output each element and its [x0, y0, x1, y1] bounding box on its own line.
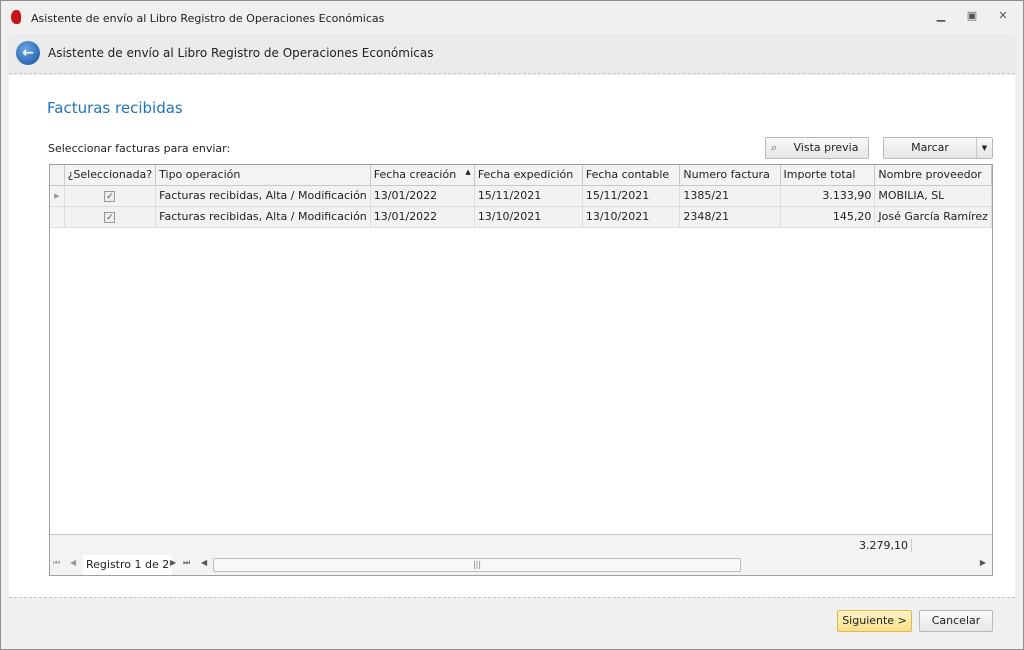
next-button[interactable]: Siguiente >	[837, 610, 912, 632]
prev-record-icon[interactable]: ◀	[70, 558, 76, 567]
col-seleccionada[interactable]: ¿Seleccionada?	[64, 165, 157, 186]
first-record-icon[interactable]: ⏮	[53, 558, 60, 568]
col-tipo[interactable]: Tipo operación	[155, 165, 371, 186]
wizard-footer: Siguiente > Cancelar	[9, 597, 1015, 641]
cell-importe: 145,20	[780, 206, 876, 228]
record-counter: Registro 1 de 2	[83, 555, 173, 575]
wizard-window: Asistente de envío al Libro Registro de …	[0, 0, 1024, 650]
cell-tipo: Facturas recibidas, Alta / Modificación	[155, 206, 371, 228]
col-label: Fecha creación	[373, 168, 457, 182]
wizard-header: ← Asistente de envío al Libro Registro d…	[9, 34, 1015, 74]
sort-ascending-icon: ▲	[465, 168, 471, 177]
chevron-down-icon[interactable]: ▼	[976, 138, 992, 158]
window-title: Asistente de envío al Libro Registro de …	[31, 12, 385, 25]
title-bar: Asistente de envío al Libro Registro de …	[1, 1, 1023, 34]
cell-expedicion: 15/11/2021	[474, 185, 583, 207]
scroll-left-icon[interactable]: ◀	[201, 558, 207, 567]
selected-checkbox[interactable]: ✓	[64, 206, 157, 228]
navigator-bar: ⏮ ◀ Registro 1 de 2 ▶ ⏭ ◀ ||| ▶	[50, 555, 992, 575]
wizard-title: Asistente de envío al Libro Registro de …	[48, 46, 434, 60]
cell-proveedor: José García Ramírez	[874, 206, 992, 228]
table-row[interactable]: ▶ ✓ Facturas recibidas, Alta / Modificac…	[50, 185, 992, 207]
select-label: Seleccionar facturas para enviar:	[48, 142, 231, 155]
cell-proveedor: MOBILIA, SL	[874, 185, 992, 207]
cell-numero: 1385/21	[679, 185, 781, 207]
col-importe[interactable]: Importe total	[780, 165, 876, 186]
wizard-content: Facturas recibidas Seleccionar facturas …	[9, 75, 1015, 597]
cell-importe: 3.133,90	[780, 185, 876, 207]
last-record-icon[interactable]: ⏭	[183, 558, 190, 568]
col-fecha-expedicion[interactable]: Fecha expedición	[474, 165, 583, 186]
col-numero[interactable]: Numero factura	[679, 165, 781, 186]
preview-button[interactable]: ⌕ Vista previa	[765, 137, 869, 159]
scroll-right-icon[interactable]: ▶	[980, 558, 986, 567]
header-row: ¿Seleccionada? Tipo operación Fecha crea…	[50, 165, 992, 186]
table-row[interactable]: ✓ Facturas recibidas, Alta / Modificació…	[50, 206, 992, 228]
col-fecha-creacion[interactable]: Fecha creación ▲	[370, 165, 475, 186]
cancel-button[interactable]: Cancelar	[919, 610, 993, 632]
back-arrow-icon[interactable]: ←	[16, 41, 40, 65]
cell-contable: 13/10/2021	[582, 206, 681, 228]
col-proveedor[interactable]: Nombre proveedor	[874, 165, 992, 186]
invoices-grid: ¿Seleccionada? Tipo operación Fecha crea…	[49, 164, 993, 576]
col-fecha-contable[interactable]: Fecha contable	[582, 165, 681, 186]
cell-tipo: Facturas recibidas, Alta / Modificación	[155, 185, 371, 207]
horizontal-scrollbar-thumb[interactable]: |||	[213, 558, 741, 572]
indicator-header	[50, 165, 65, 186]
mark-button[interactable]: Marcar ▼	[883, 137, 993, 159]
mark-label: Marcar	[911, 141, 949, 154]
minimize-button[interactable]: ▁	[931, 9, 951, 25]
app-logo-icon	[11, 10, 21, 24]
section-title: Facturas recibidas	[47, 99, 183, 117]
totals-footer: 3.279,10	[50, 534, 992, 555]
total-importe: 3.279,10	[810, 539, 912, 552]
cell-creacion: 13/01/2022	[370, 206, 475, 228]
row-indicator-icon: ▶	[50, 185, 65, 207]
preview-label: Vista previa	[793, 141, 859, 154]
magnifier-icon: ⌕	[771, 141, 778, 154]
close-button[interactable]: ✕	[993, 9, 1013, 25]
cell-expedicion: 13/10/2021	[474, 206, 583, 228]
selected-checkbox[interactable]: ✓	[64, 185, 157, 207]
maximize-button[interactable]: ▣	[962, 9, 982, 25]
next-record-icon[interactable]: ▶	[170, 558, 176, 567]
cell-contable: 15/11/2021	[582, 185, 681, 207]
cell-numero: 2348/21	[679, 206, 781, 228]
row-indicator	[50, 206, 65, 228]
cell-creacion: 13/01/2022	[370, 185, 475, 207]
